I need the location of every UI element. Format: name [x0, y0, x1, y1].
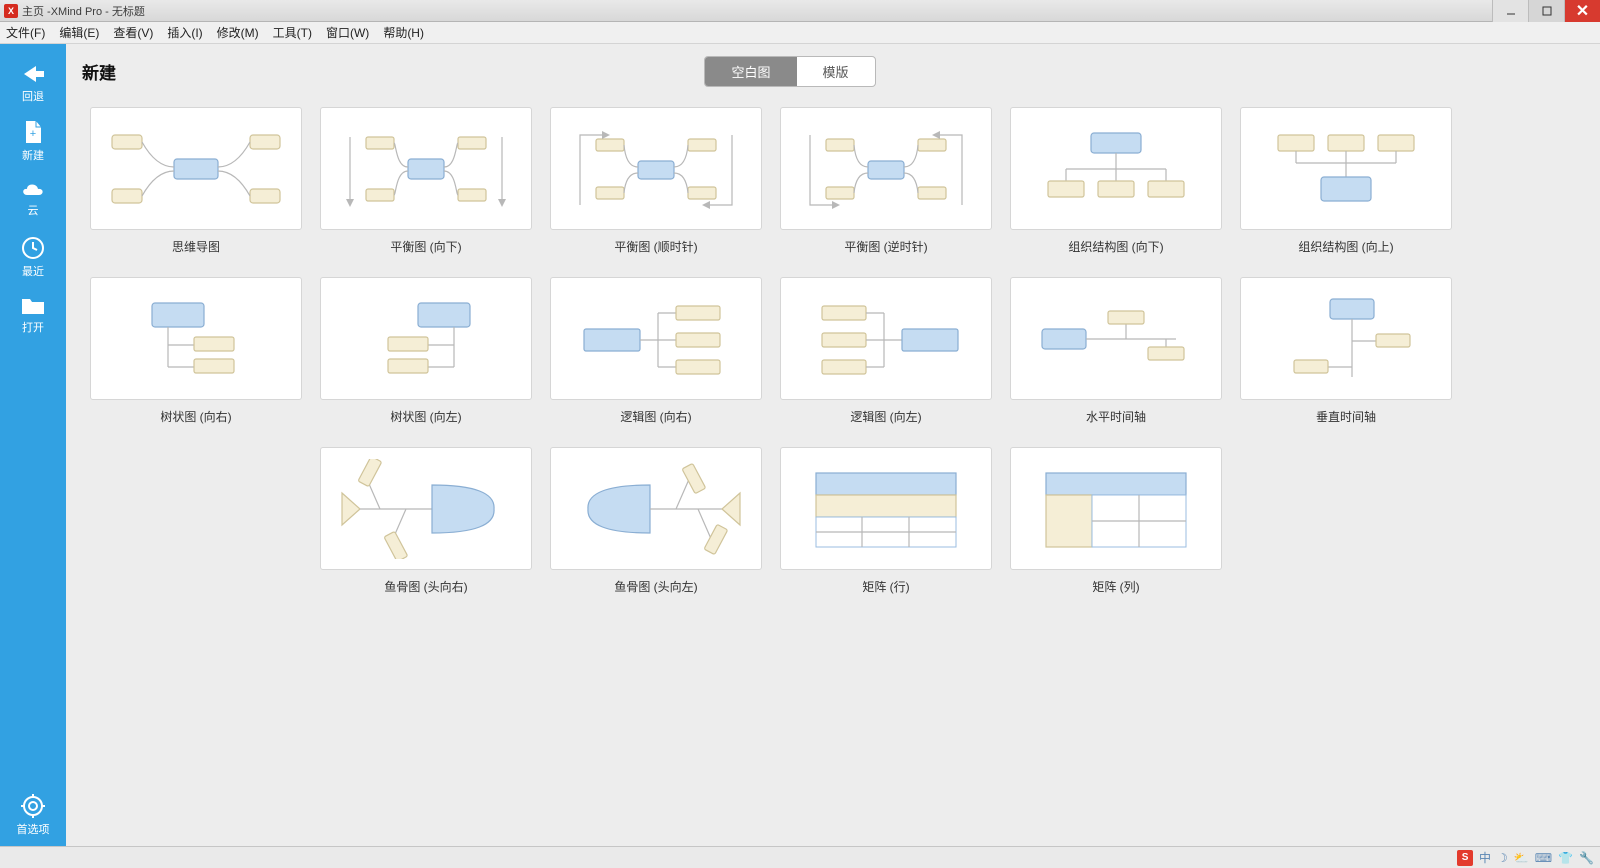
menu-edit[interactable]: 编辑(E) — [59, 24, 99, 41]
ime-icon[interactable]: S — [1457, 850, 1473, 866]
template-label: 组织结构图 (向下) — [1068, 238, 1163, 255]
sidebar-item-label: 回退 — [22, 88, 44, 104]
segment-blank[interactable]: 空白图 — [705, 57, 796, 86]
sidebar-item-label: 新建 — [22, 147, 44, 163]
svg-text:+: + — [30, 128, 36, 140]
template-thumb — [1010, 447, 1222, 570]
template-matrix-row[interactable]: 矩阵 (行) — [780, 447, 992, 595]
page-title: 新建 — [82, 59, 116, 84]
sidebar-cloud[interactable]: 云 — [4, 174, 62, 224]
template-logic-right[interactable]: 逻辑图 (向右) — [550, 277, 762, 425]
tray-skin-icon[interactable]: 👕 — [1558, 851, 1573, 865]
cloud-icon — [19, 181, 47, 199]
template-tree-right[interactable]: 树状图 (向右) — [90, 277, 302, 425]
template-thumb — [1240, 277, 1452, 400]
template-label: 鱼骨图 (头向左) — [614, 578, 697, 595]
template-label: 树状图 (向右) — [160, 408, 231, 425]
template-mindmap[interactable]: 思维导图 — [90, 107, 302, 255]
template-org-up[interactable]: 组织结构图 (向上) — [1240, 107, 1452, 255]
template-timeline-v[interactable]: 垂直时间轴 — [1240, 277, 1452, 425]
template-fish-right[interactable]: 鱼骨图 (头向右) — [320, 447, 532, 595]
window-title: 主页 -XMind Pro - 无标题 — [22, 3, 145, 19]
sidebar: 回退 + 新建 云 最近 打开 首选项 — [0, 44, 66, 846]
template-label: 逻辑图 (向左) — [850, 408, 921, 425]
template-tree-left[interactable]: 树状图 (向左) — [320, 277, 532, 425]
sidebar-prefs[interactable]: 首选项 — [4, 790, 62, 840]
template-label: 思维导图 — [172, 238, 220, 255]
segment-control: 空白图 模版 — [704, 56, 875, 87]
template-label: 垂直时间轴 — [1316, 408, 1376, 425]
gear-icon — [21, 794, 45, 818]
menu-tools[interactable]: 工具(T) — [273, 24, 312, 41]
title-bar: X 主页 -XMind Pro - 无标题 ✕ — [0, 0, 1600, 22]
segment-templates[interactable]: 模版 — [797, 57, 875, 86]
template-thumb — [1010, 277, 1222, 400]
template-thumb — [550, 107, 762, 230]
page-header: 新建 空白图 模版 — [66, 44, 1600, 93]
template-label: 鱼骨图 (头向右) — [384, 578, 467, 595]
template-thumb — [550, 447, 762, 570]
sidebar-open[interactable]: 打开 — [4, 290, 62, 340]
template-thumb — [320, 447, 532, 570]
template-label: 水平时间轴 — [1086, 408, 1146, 425]
main-panel: 新建 空白图 模版 思维导图 — [66, 44, 1600, 846]
template-matrix-col[interactable]: 矩阵 (列) — [1010, 447, 1222, 595]
taskbar: S 中 ☽ ⛅ ⌨ 👕 🔧 — [0, 846, 1600, 868]
tray-moon-icon[interactable]: ☽ — [1497, 851, 1508, 865]
tray-tool-icon[interactable]: 🔧 — [1579, 851, 1594, 865]
sidebar-item-label: 云 — [28, 202, 39, 218]
app-icon: X — [4, 4, 18, 18]
menu-file[interactable]: 文件(F) — [6, 24, 45, 41]
menu-help[interactable]: 帮助(H) — [383, 24, 424, 41]
sidebar-new[interactable]: + 新建 — [4, 116, 62, 166]
maximize-button[interactable] — [1528, 0, 1564, 22]
template-balance-down[interactable]: 平衡图 (向下) — [320, 107, 532, 255]
tray-lang[interactable]: 中 — [1479, 849, 1491, 866]
menu-bar: 文件(F) 编辑(E) 查看(V) 插入(I) 修改(M) 工具(T) 窗口(W… — [0, 22, 1600, 44]
template-balance-ccw[interactable]: 平衡图 (逆时针) — [780, 107, 992, 255]
template-thumb — [90, 277, 302, 400]
template-label: 树状图 (向左) — [390, 408, 461, 425]
template-thumb — [780, 277, 992, 400]
template-label: 逻辑图 (向右) — [620, 408, 691, 425]
sidebar-item-label: 最近 — [22, 263, 44, 279]
template-logic-left[interactable]: 逻辑图 (向左) — [780, 277, 992, 425]
clock-icon — [21, 236, 45, 260]
system-tray: S 中 ☽ ⛅ ⌨ 👕 🔧 — [1457, 849, 1594, 866]
menu-view[interactable]: 查看(V) — [113, 24, 153, 41]
template-label: 组织结构图 (向上) — [1298, 238, 1393, 255]
template-label: 矩阵 (行) — [862, 578, 909, 595]
template-label: 平衡图 (向下) — [390, 238, 461, 255]
sidebar-back[interactable]: 回退 — [4, 58, 62, 108]
menu-modify[interactable]: 修改(M) — [217, 24, 259, 41]
arrow-left-icon — [20, 63, 46, 85]
template-timeline-h[interactable]: 水平时间轴 — [1010, 277, 1222, 425]
template-thumb — [90, 107, 302, 230]
template-thumb — [550, 277, 762, 400]
folder-icon — [20, 296, 46, 316]
sidebar-item-label: 打开 — [22, 319, 44, 335]
template-thumb — [1010, 107, 1222, 230]
template-label: 矩阵 (列) — [1092, 578, 1139, 595]
template-thumb — [780, 107, 992, 230]
template-thumb — [320, 107, 532, 230]
template-thumb — [320, 277, 532, 400]
template-balance-cw[interactable]: 平衡图 (顺时针) — [550, 107, 762, 255]
menu-insert[interactable]: 插入(I) — [167, 24, 202, 41]
sidebar-recent[interactable]: 最近 — [4, 232, 62, 282]
close-button[interactable]: ✕ — [1564, 0, 1600, 22]
tray-keyboard-icon[interactable]: ⌨ — [1535, 851, 1552, 865]
template-label: 平衡图 (顺时针) — [614, 238, 697, 255]
menu-window[interactable]: 窗口(W) — [326, 24, 369, 41]
template-label: 平衡图 (逆时针) — [844, 238, 927, 255]
template-grid: 思维导图 平衡图 (向下) — [66, 93, 1600, 609]
template-fish-left[interactable]: 鱼骨图 (头向左) — [550, 447, 762, 595]
template-org-down[interactable]: 组织结构图 (向下) — [1010, 107, 1222, 255]
tray-weather-icon[interactable]: ⛅ — [1514, 851, 1529, 865]
sidebar-item-label: 首选项 — [17, 821, 50, 837]
template-thumb — [780, 447, 992, 570]
template-thumb — [1240, 107, 1452, 230]
minimize-button[interactable] — [1492, 0, 1528, 22]
file-new-icon: + — [22, 120, 44, 144]
